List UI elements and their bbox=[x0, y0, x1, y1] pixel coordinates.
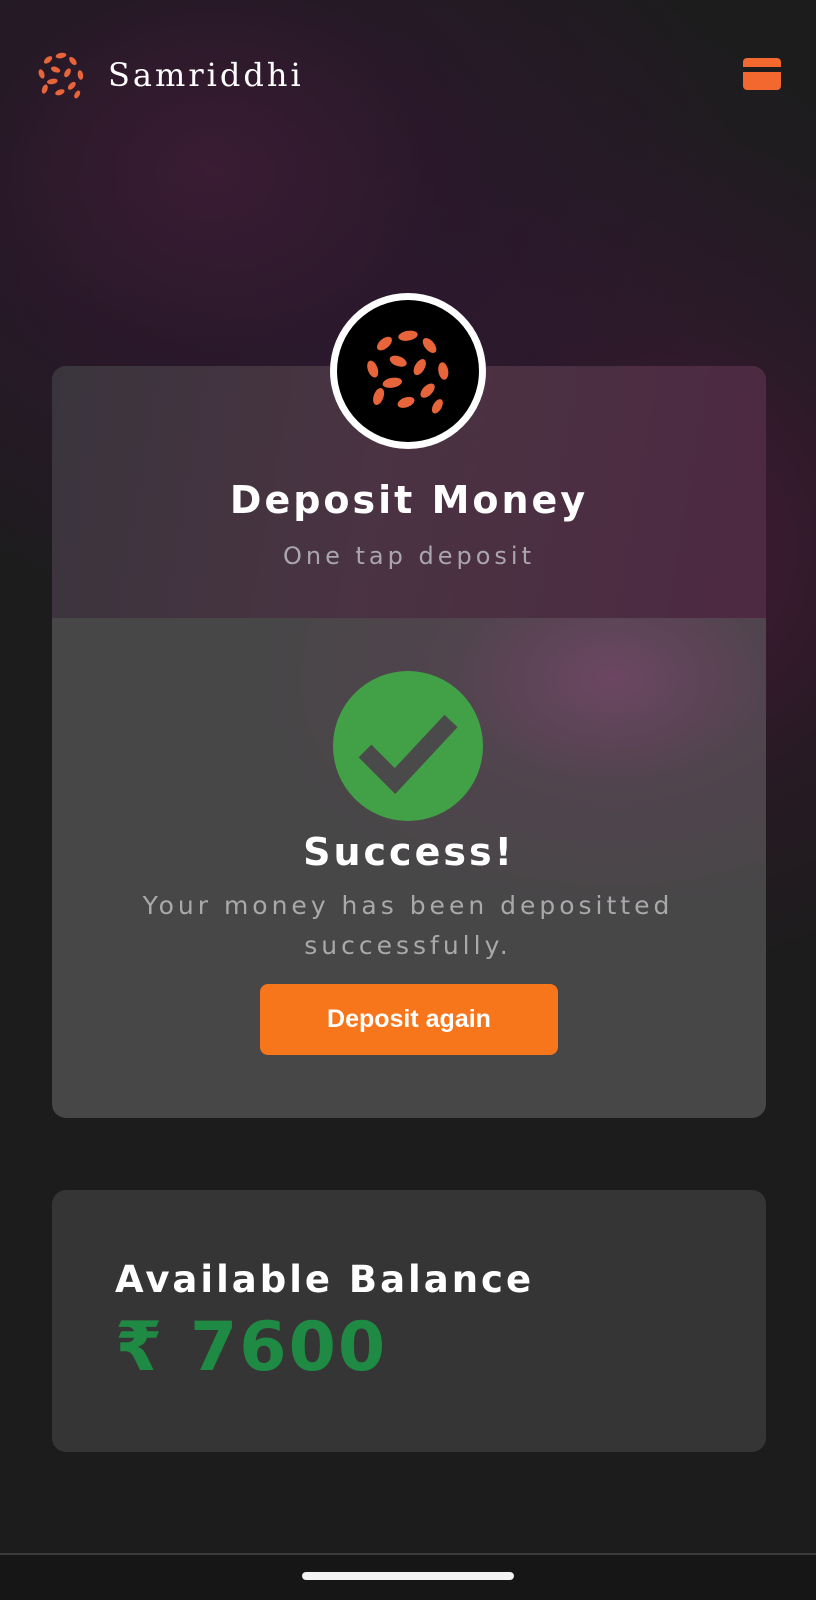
credit-card-icon[interactable] bbox=[743, 58, 781, 90]
success-title: Success! bbox=[303, 830, 515, 874]
home-indicator[interactable] bbox=[302, 1572, 514, 1580]
deposit-title: Deposit Money bbox=[229, 478, 589, 522]
balance-card: Available Balance ₹ 7600 bbox=[52, 1190, 766, 1452]
deposit-subtitle: One tap deposit bbox=[283, 542, 535, 570]
balance-amount: ₹ 7600 bbox=[115, 1308, 388, 1387]
success-message: Your money has been depositted successfu… bbox=[142, 891, 674, 960]
check-circle-icon bbox=[333, 671, 483, 821]
grain-logo-icon bbox=[367, 330, 449, 414]
brand[interactable]: Samriddhi bbox=[34, 48, 304, 102]
deposit-avatar bbox=[330, 293, 486, 449]
app-name: Samriddhi bbox=[108, 56, 304, 94]
balance-label: Available Balance bbox=[115, 1258, 535, 1301]
deposit-again-button[interactable]: Deposit again bbox=[260, 984, 558, 1055]
app-header: Samriddhi bbox=[0, 0, 816, 150]
grain-logo-icon bbox=[38, 52, 84, 99]
